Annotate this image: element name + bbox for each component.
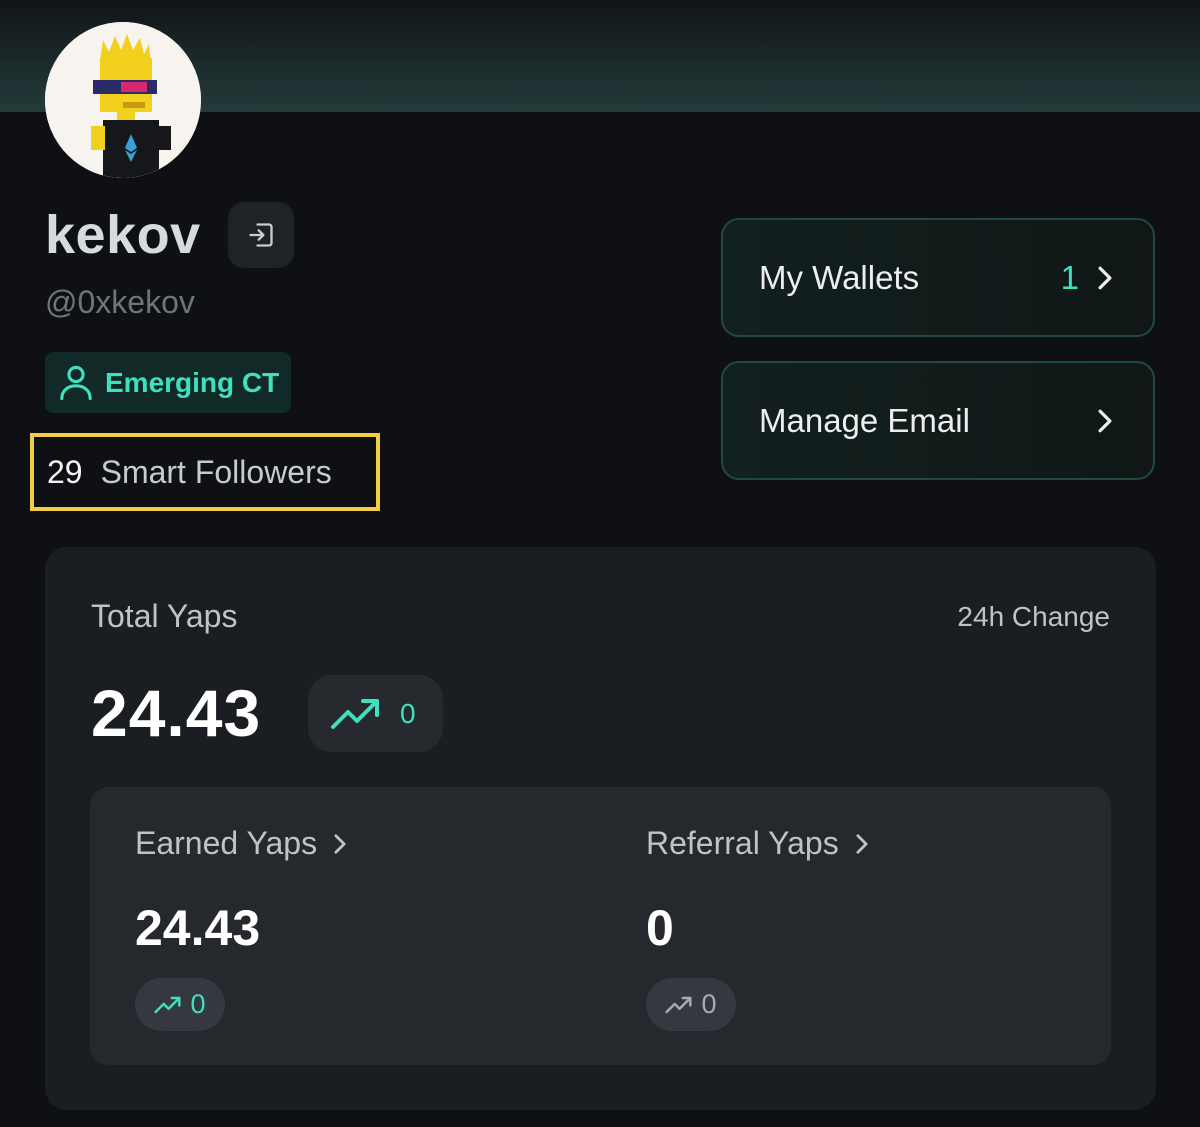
trending-up-icon (154, 996, 182, 1013)
smart-followers-count: 29 (47, 453, 83, 490)
tier-badge: Emerging CT (45, 352, 291, 413)
referral-yaps-change-badge: 0 (646, 978, 736, 1031)
total-yaps-label: Total Yaps (91, 598, 238, 634)
total-yaps-value: 24.43 (91, 676, 262, 750)
earned-yaps-change-badge: 0 (135, 978, 225, 1031)
yaps-breakdown: Earned Yaps 24.43 0 Referral Yaps 0 0 (90, 787, 1111, 1065)
my-wallets-button[interactable]: My Wallets 1 (721, 218, 1155, 337)
earned-yaps-change-value: 0 (190, 989, 206, 1019)
chevron-right-icon (1098, 266, 1112, 289)
earned-yaps-value: 24.43 (135, 900, 261, 956)
wallets-count: 1 (1060, 258, 1079, 296)
logout-icon (249, 223, 273, 247)
logout-button[interactable] (228, 202, 294, 268)
earned-yaps-link[interactable]: Earned Yaps (135, 825, 347, 862)
profile-page: kekov @0xkekov Emerging CT 29 Smart Foll… (0, 0, 1200, 1127)
avatar-image (45, 22, 201, 178)
referral-yaps-change-value: 0 (701, 989, 717, 1019)
trending-up-icon (331, 698, 379, 729)
tier-label: Emerging CT (105, 366, 280, 398)
chevron-right-icon (334, 833, 346, 854)
avatar[interactable] (45, 22, 201, 178)
my-wallets-label: My Wallets (759, 258, 920, 296)
chevron-right-icon (856, 833, 868, 854)
display-name: kekov (45, 205, 201, 265)
manage-email-button[interactable]: Manage Email (721, 361, 1155, 480)
smart-followers-label: Smart Followers (100, 453, 332, 490)
user-handle: @0xkekov (45, 284, 195, 320)
referral-yaps-value: 0 (646, 900, 674, 956)
change-24h-label: 24h Change (957, 601, 1110, 632)
total-yaps-change-value: 0 (400, 697, 416, 729)
referral-yaps-link[interactable]: Referral Yaps (646, 825, 869, 862)
smart-followers[interactable]: 29 Smart Followers (30, 433, 380, 511)
trending-up-icon (665, 996, 693, 1013)
total-yaps-change-badge: 0 (308, 675, 443, 752)
yaps-card: Total Yaps 24h Change 24.43 0 Earned Yap… (45, 547, 1156, 1110)
earned-yaps-label: Earned Yaps (135, 825, 318, 861)
manage-email-label: Manage Email (759, 401, 970, 439)
user-icon (60, 365, 92, 400)
chevron-right-icon (1098, 409, 1112, 432)
referral-yaps-label: Referral Yaps (646, 825, 839, 861)
